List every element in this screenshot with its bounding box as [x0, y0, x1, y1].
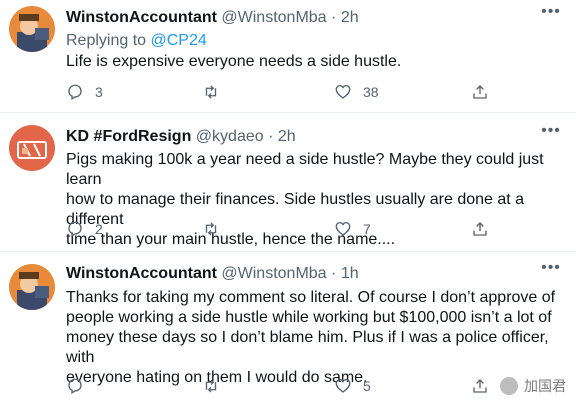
- share-button[interactable]: [471, 374, 489, 398]
- share-icon: [473, 85, 487, 99]
- like-count: 5: [363, 378, 371, 394]
- tweet-header: KD #FordResign @kydaeo · 2h: [66, 126, 296, 148]
- tweet-text: Thanks for taking my comment so literal.…: [66, 289, 556, 386]
- action-bar: 5: [66, 374, 496, 398]
- handle[interactable]: @kydaeo: [196, 128, 264, 145]
- heart-icon: [335, 84, 351, 99]
- display-name[interactable]: WinstonAccountant: [66, 9, 217, 26]
- tweet-header: WinstonAccountant @WinstonMba · 2h: [66, 7, 359, 29]
- reply-count: 2: [95, 221, 103, 237]
- reply-icon: [68, 221, 82, 237]
- like-count: 7: [363, 221, 371, 237]
- share-button[interactable]: [471, 80, 489, 104]
- tweet-header: WinstonAccountant @WinstonMba · 1h: [66, 263, 359, 285]
- timestamp[interactable]: 1h: [341, 265, 359, 282]
- heart-icon: [335, 378, 351, 393]
- share-button[interactable]: [471, 217, 489, 241]
- like-button[interactable]: 7: [334, 217, 371, 241]
- tweet[interactable]: WinstonAccountant @WinstonMba · 1h ••• T…: [0, 252, 576, 406]
- like-button[interactable]: 38: [334, 80, 379, 104]
- retweet-button[interactable]: [202, 217, 231, 241]
- more-dots-icon[interactable]: •••: [540, 123, 562, 144]
- timestamp[interactable]: 2h: [341, 9, 359, 26]
- watermark-text: 加国君: [524, 378, 566, 394]
- reply-icon: [68, 378, 82, 394]
- avatar[interactable]: [9, 125, 55, 171]
- like-button[interactable]: 5: [334, 374, 371, 398]
- like-count: 38: [363, 84, 379, 100]
- share-icon: [473, 379, 487, 393]
- display-name[interactable]: WinstonAccountant: [66, 265, 217, 282]
- share-icon: [473, 222, 487, 236]
- avatar[interactable]: [9, 264, 55, 310]
- watermark: 加国君: [500, 376, 566, 396]
- reply-button[interactable]: 3: [66, 80, 103, 104]
- retweet-button[interactable]: [202, 374, 231, 398]
- handle[interactable]: @WinstonMba: [221, 265, 326, 282]
- action-bar: 2 7: [66, 217, 496, 241]
- handle[interactable]: @WinstonMba: [221, 9, 326, 26]
- replying-prefix: Replying to: [66, 32, 151, 49]
- separator-dot: ·: [268, 128, 274, 145]
- tweet[interactable]: KD #FordResign @kydaeo · 2h ••• Pigs mak…: [0, 113, 576, 249]
- action-bar: 3 38: [66, 80, 496, 104]
- reply-count: 3: [95, 84, 103, 100]
- retweet-button[interactable]: [202, 80, 231, 104]
- retweet-icon: [205, 85, 217, 99]
- display-name[interactable]: KD #FordResign: [66, 128, 191, 145]
- reply-button[interactable]: [66, 374, 95, 398]
- retweet-icon: [205, 379, 217, 393]
- replying-to: Replying to @CP24: [66, 30, 207, 52]
- separator-dot: ·: [331, 9, 337, 26]
- separator-dot: ·: [331, 265, 337, 282]
- tweet[interactable]: WinstonAccountant @WinstonMba · 2h ••• R…: [0, 0, 576, 110]
- mention-link[interactable]: @CP24: [151, 32, 207, 49]
- more-dots-icon[interactable]: •••: [540, 4, 562, 25]
- retweet-icon: [205, 222, 217, 236]
- timestamp[interactable]: 2h: [278, 128, 296, 145]
- reply-button[interactable]: 2: [66, 217, 103, 241]
- tweet-text: Life is expensive everyone needs a side …: [66, 53, 402, 70]
- more-dots-icon[interactable]: •••: [540, 260, 562, 281]
- heart-icon: [335, 221, 351, 236]
- reply-icon: [68, 84, 82, 100]
- avatar[interactable]: [9, 6, 55, 52]
- wechat-icon: [500, 377, 518, 395]
